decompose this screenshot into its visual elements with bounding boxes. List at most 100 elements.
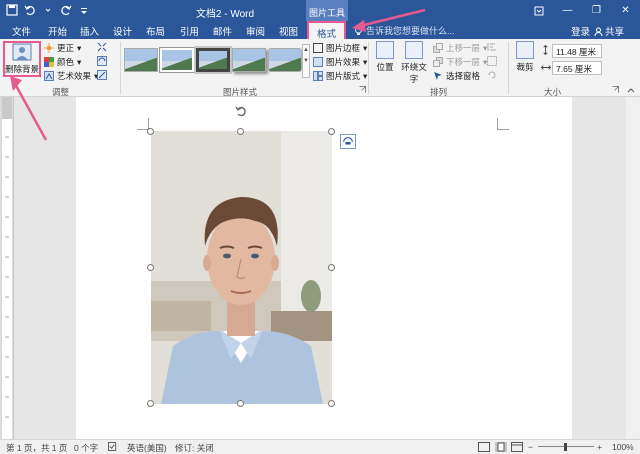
share-label: 共享	[605, 27, 625, 38]
remove-background-icon	[12, 43, 32, 61]
crop-label: 裁剪	[516, 62, 534, 72]
zoom-slider-thumb[interactable]	[564, 443, 567, 451]
tab-insert[interactable]: 插入	[80, 24, 99, 38]
remove-background-label: 删除背景	[5, 64, 40, 74]
restore-button[interactable]: ❐	[582, 0, 611, 21]
picture-style-thumbnail[interactable]	[232, 48, 266, 72]
picture-border-button[interactable]: 图片边框 ▾	[313, 42, 367, 54]
picture-style-thumbnail[interactable]	[196, 48, 230, 72]
crop-button[interactable]: 裁剪	[513, 41, 537, 73]
page-count[interactable]: 第 1 页，共 1 页	[6, 442, 67, 454]
login-link[interactable]: 登录	[571, 24, 590, 38]
minimize-button[interactable]: —	[553, 0, 582, 21]
resize-handle-right[interactable]	[328, 264, 335, 271]
corrections-button[interactable]: 更正 ▾	[44, 42, 81, 54]
artistic-effects-button[interactable]: 艺术效果 ▾	[44, 70, 98, 82]
save-icon[interactable]	[4, 2, 20, 18]
compress-pictures-icon[interactable]	[97, 42, 107, 52]
bring-forward-icon	[433, 43, 443, 53]
vertical-ruler[interactable]	[0, 97, 14, 439]
reset-picture-icon[interactable]	[97, 70, 107, 80]
wrap-text-label: 环绕文字	[401, 62, 427, 84]
resize-handle-bottom[interactable]	[237, 400, 244, 407]
lightbulb-icon	[355, 26, 362, 35]
close-button[interactable]: ✕	[611, 0, 640, 21]
tab-format[interactable]: 格式	[307, 21, 347, 40]
wrap-text-button[interactable]: 环绕文字	[398, 41, 430, 85]
collapse-ribbon-icon[interactable]	[627, 86, 635, 94]
height-input[interactable]: 11.48 厘米	[552, 44, 602, 58]
margin-corner-top-right	[497, 118, 509, 130]
gallery-scroll-control[interactable]: ▲ ▼	[302, 44, 310, 78]
rotate-icon[interactable]	[487, 70, 497, 80]
position-button[interactable]: 位置	[374, 41, 396, 73]
proofing-icon[interactable]	[108, 442, 117, 453]
web-layout-icon[interactable]	[511, 442, 523, 454]
bring-forward-button[interactable]: 上移一层 ▾	[433, 42, 487, 54]
tab-design[interactable]: 设计	[113, 24, 132, 38]
resize-handle-bottom-right[interactable]	[328, 400, 335, 407]
size-launcher-icon[interactable]	[612, 86, 619, 93]
picture-style-thumbnail[interactable]	[160, 48, 194, 72]
redo-icon[interactable]	[58, 2, 74, 18]
align-icon[interactable]	[487, 42, 497, 52]
share-button[interactable]: 共享	[594, 24, 624, 38]
vertical-scrollbar[interactable]	[626, 97, 640, 439]
tab-view[interactable]: 视图	[279, 24, 298, 38]
tab-references[interactable]: 引用	[180, 24, 199, 38]
send-backward-label: 下移一层	[446, 57, 481, 67]
remove-background-button[interactable]: 删除背景	[3, 41, 41, 77]
group-icon[interactable]	[487, 56, 497, 66]
zoom-level[interactable]: 100%	[612, 442, 634, 452]
selection-pane-icon	[433, 71, 443, 81]
picture-tools-header: 图片工具	[306, 0, 348, 21]
word-count[interactable]: 0 个字	[74, 442, 98, 454]
tab-file[interactable]: 文件	[12, 24, 31, 38]
resize-handle-top-right[interactable]	[328, 128, 335, 135]
resize-handle-bottom-left[interactable]	[147, 400, 154, 407]
resize-handle-top[interactable]	[237, 128, 244, 135]
picture-border-icon	[313, 43, 323, 53]
zoom-out-button[interactable]: −	[528, 442, 533, 452]
corrections-label: 更正	[57, 43, 75, 53]
undo-icon[interactable]	[22, 2, 38, 18]
tab-review[interactable]: 审阅	[246, 24, 265, 38]
width-input[interactable]: 7.65 厘米	[552, 61, 602, 75]
group-divider	[508, 42, 509, 94]
selected-portrait-photo[interactable]	[151, 131, 332, 404]
picture-layout-button[interactable]: 图片版式 ▾	[313, 70, 367, 82]
ribbon-display-options-icon[interactable]	[524, 0, 553, 21]
tell-me-text: 告诉我您想要做什么...	[366, 26, 455, 36]
layout-options-icon[interactable]	[340, 134, 356, 149]
tab-mailings[interactable]: 邮件	[213, 24, 232, 38]
group-divider	[120, 42, 121, 94]
selection-pane-label: 选择窗格	[446, 71, 481, 81]
print-layout-icon[interactable]	[495, 442, 507, 454]
picture-layout-icon	[313, 71, 323, 81]
width-icon	[541, 63, 551, 72]
zoom-in-button[interactable]: +	[597, 442, 602, 452]
picture-style-thumbnail[interactable]	[124, 48, 158, 72]
document-title: 文档2 - Word	[195, 9, 255, 20]
language-status[interactable]: 英语(美国)	[127, 442, 167, 454]
selection-pane-button[interactable]: 选择窗格	[433, 70, 480, 82]
read-mode-icon[interactable]	[478, 442, 490, 454]
color-button[interactable]: 颜色 ▾	[44, 56, 81, 68]
send-backward-button[interactable]: 下移一层 ▾	[433, 56, 487, 68]
resize-handle-left[interactable]	[147, 264, 154, 271]
rotate-handle-icon[interactable]	[235, 105, 247, 117]
customize-qat-icon[interactable]	[76, 2, 92, 18]
undo-dropdown-icon[interactable]	[40, 2, 56, 18]
picture-styles-launcher-icon[interactable]	[359, 86, 366, 93]
tell-me-search[interactable]: 告诉我您想要做什么...	[354, 24, 455, 37]
tab-home[interactable]: 开始	[48, 24, 67, 38]
tab-layout[interactable]: 布局	[146, 24, 165, 38]
picture-style-thumbnail[interactable]	[268, 48, 302, 72]
track-changes-status[interactable]: 修订: 关闭	[175, 442, 214, 454]
crop-icon	[516, 41, 534, 59]
position-label: 位置	[376, 62, 394, 72]
resize-handle-top-left[interactable]	[147, 128, 154, 135]
picture-effects-button[interactable]: 图片效果 ▾	[313, 56, 367, 68]
change-picture-icon[interactable]	[97, 56, 107, 66]
picture-border-label: 图片边框	[326, 43, 361, 53]
